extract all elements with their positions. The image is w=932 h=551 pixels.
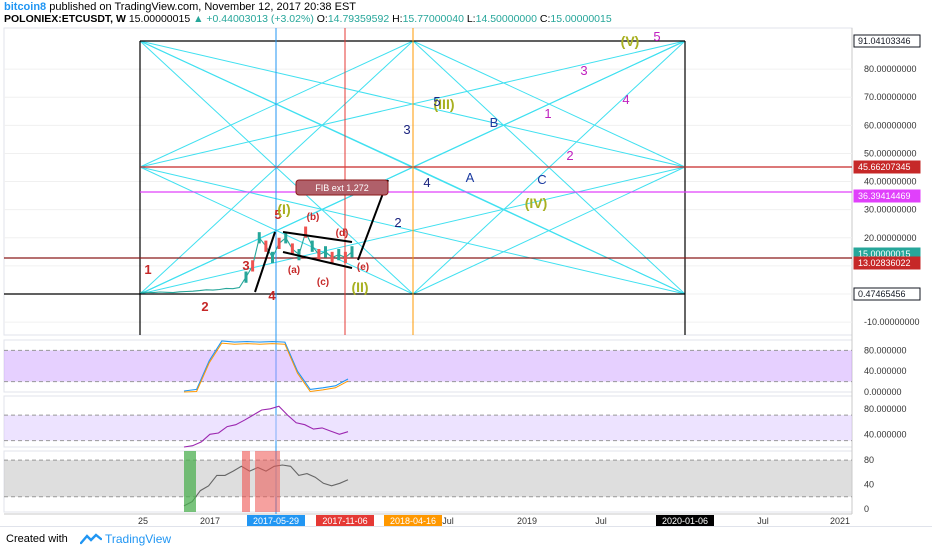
rsi-tick-label: 40.000000 — [864, 429, 907, 439]
price-candle — [271, 251, 274, 264]
x-tick-label: Jul — [757, 516, 769, 526]
stoch-tick-label: 40.000000 — [864, 366, 907, 376]
footer: Created with TradingView — [0, 526, 932, 551]
price-label-text: 0.47465456 — [858, 289, 906, 299]
signal-highlight — [242, 451, 250, 512]
y-tick-label: -10.00000000 — [864, 317, 920, 327]
wave-label-red: 4 — [268, 288, 276, 303]
date-highlight-label: 2017-05-29 — [253, 516, 299, 526]
price-candle — [284, 232, 288, 244]
signal-highlight — [255, 451, 280, 512]
indicator-tick-label: 80 — [864, 455, 874, 465]
rsi-band — [4, 415, 852, 441]
price-label-text: 36.39414469 — [858, 191, 911, 201]
price-candle — [350, 246, 354, 258]
chart-canvas[interactable]: -10.000000000.0000000010.0000000020.0000… — [0, 0, 932, 526]
stoch-tick-label: 80.000000 — [864, 345, 907, 355]
x-tick-label: Jul — [442, 516, 454, 526]
date-highlight-label: 2017-11-06 — [322, 516, 367, 526]
price-candle — [251, 260, 255, 272]
wave-label-magenta: 3 — [580, 63, 587, 78]
price-candle — [337, 249, 341, 261]
signal-highlight — [184, 451, 196, 512]
wave-label-navy: 3 — [403, 122, 410, 137]
wave-label-red: (c) — [317, 277, 329, 288]
price-label-text: 91.04103346 — [858, 36, 911, 46]
tradingview-logo-icon — [80, 533, 102, 545]
wave-label-red: 2 — [201, 299, 208, 314]
y-tick-label: 80.00000000 — [864, 64, 917, 74]
x-tick-label: 25 — [138, 516, 148, 526]
y-tick-label: 30.00000000 — [864, 205, 917, 215]
wave-label-blue: A — [466, 170, 475, 185]
price-candle — [330, 251, 334, 264]
rsi-tick-label: 80.000000 — [864, 404, 907, 414]
date-highlight-label: 2018-04-16 — [390, 516, 436, 526]
wave-label-red: 3 — [242, 258, 249, 273]
created-with-text: Created with — [6, 533, 68, 545]
wave-label-magenta: 1 — [544, 106, 551, 121]
price-candle — [264, 240, 268, 252]
wave-label-blue: C — [537, 172, 546, 187]
wave-label-red: (d) — [336, 228, 349, 239]
stoch-tick-label: 0.000000 — [864, 387, 902, 397]
indicator-tick-label: 0 — [864, 504, 869, 514]
stoch-band — [4, 350, 852, 382]
price-label-text: 45.66207345 — [858, 162, 911, 172]
price-candle — [277, 237, 281, 250]
indicator-tick-label: 40 — [864, 480, 874, 490]
x-tick-label: 2019 — [517, 516, 537, 526]
y-tick-label: 20.00000000 — [864, 233, 917, 243]
wave-label-navy: 4 — [423, 175, 430, 190]
wave-label-olive: (I) — [277, 201, 290, 217]
wave-label-red: (b) — [307, 212, 320, 223]
price-candle — [317, 249, 321, 261]
y-tick-label: 40.00000000 — [864, 177, 917, 187]
wave-label-olive: (V) — [621, 33, 640, 49]
wave-label-magenta: 5 — [653, 29, 660, 44]
wave-label-olive: (IV) — [525, 195, 548, 211]
indicator-band — [4, 460, 852, 497]
price-candle — [310, 240, 314, 252]
wave-label-red: 1 — [144, 262, 151, 277]
wave-label-navy: 5 — [433, 94, 440, 109]
x-tick-label: 2021 — [830, 516, 850, 526]
wave-label-navy: 2 — [394, 215, 401, 230]
price-candle — [324, 246, 327, 258]
wave-label-olive: (II) — [351, 279, 368, 295]
wave-label-magenta: 4 — [622, 92, 629, 107]
price-label-text: 13.02836022 — [858, 258, 911, 268]
wave-label-red: (a) — [288, 265, 300, 276]
date-highlight-label: 2020-01-06 — [662, 516, 708, 526]
price-candle — [343, 251, 347, 264]
wave-label-blue: B — [490, 115, 499, 130]
y-tick-label: 60.00000000 — [864, 120, 917, 130]
y-tick-label: 70.00000000 — [864, 92, 917, 102]
x-tick-label: 2017 — [200, 516, 220, 526]
wave-label-magenta: 2 — [566, 148, 573, 163]
tradingview-brand[interactable]: TradingView — [105, 532, 171, 546]
y-tick-label: 50.00000000 — [864, 148, 917, 158]
price-candle — [244, 271, 248, 283]
fib-label: FIB ext 1.272 — [315, 183, 369, 193]
wave-label-red: (e) — [357, 262, 369, 273]
price-candle — [257, 232, 261, 244]
x-tick-label: Jul — [595, 516, 607, 526]
